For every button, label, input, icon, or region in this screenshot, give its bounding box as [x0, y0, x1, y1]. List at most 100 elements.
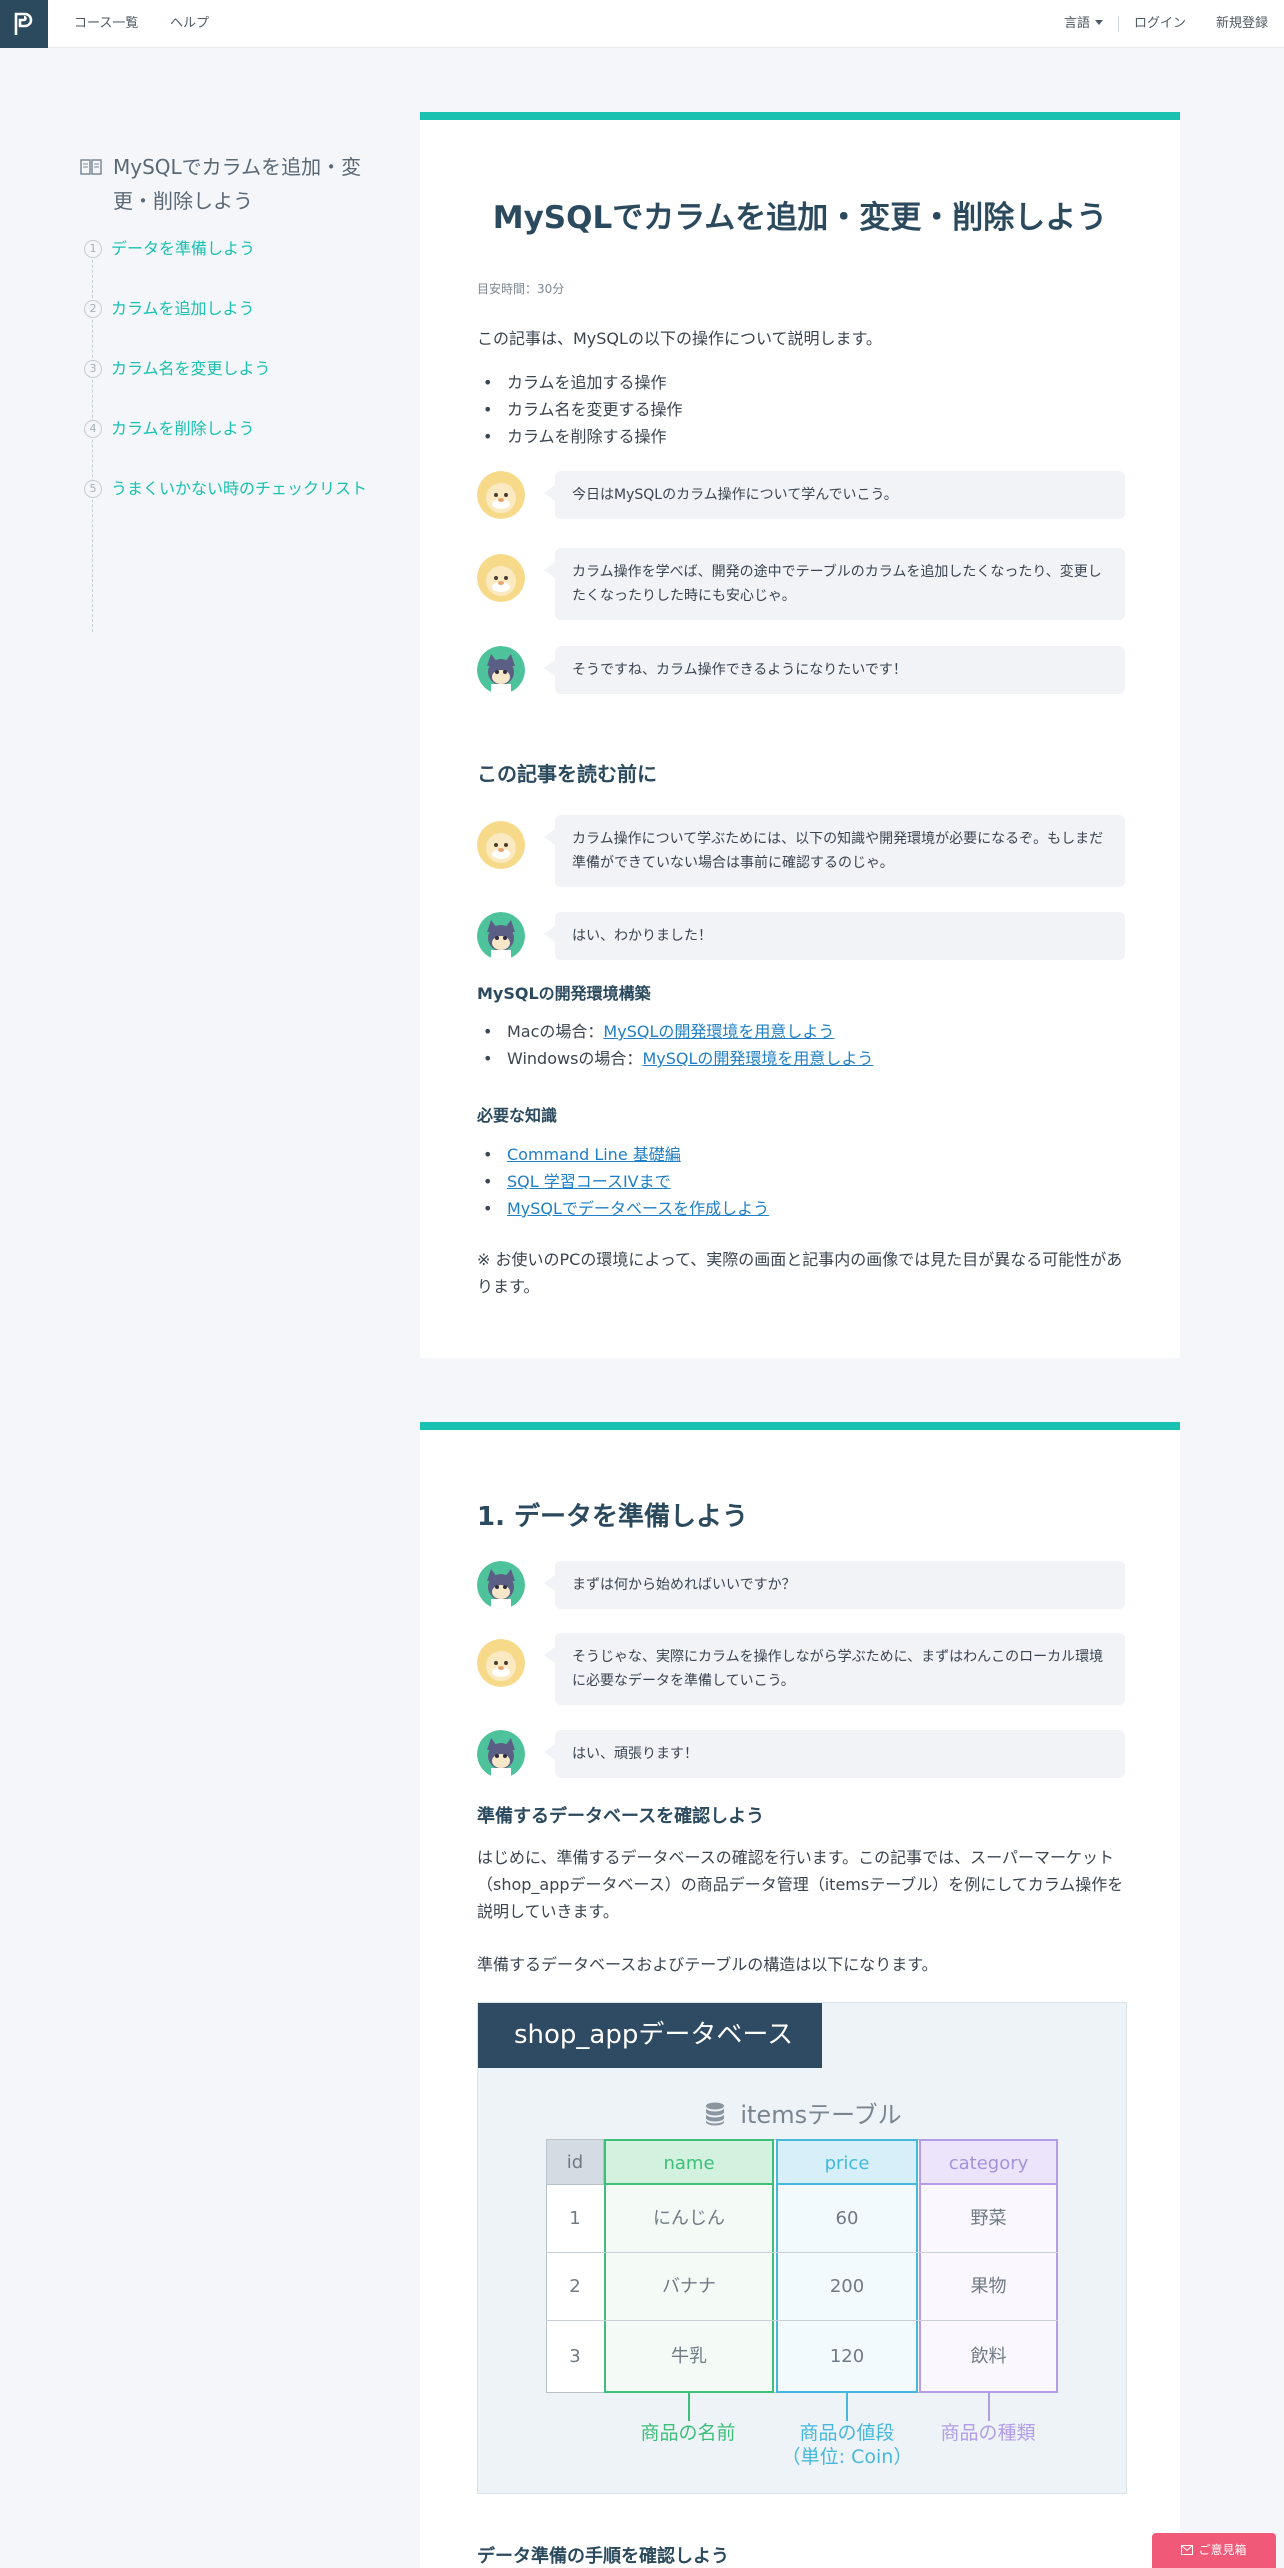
- toc-item-label: カラム名を変更しよう: [111, 359, 271, 378]
- table-cell: 120: [829, 2346, 865, 2367]
- table-cell: 野菜: [970, 2208, 1007, 2229]
- book-icon: [80, 159, 102, 175]
- student-face-icon: [477, 1730, 525, 1778]
- toc-item-number: 4: [84, 420, 102, 438]
- chat-bubble: はい、わかりました！: [544, 912, 1125, 960]
- env-item-mac: Macの場合：MySQLの開発環境を用意しよう: [477, 1018, 834, 1045]
- table-cell: バナナ: [662, 2276, 716, 2297]
- before-reading-heading: この記事を読む前に: [477, 762, 657, 786]
- database-structure-diagram: shop_appデータベース itemsテーブル id name price c…: [477, 2002, 1127, 2494]
- command-line-link[interactable]: Command Line 基礎編: [507, 1145, 681, 1164]
- language-label: 言語: [1064, 16, 1091, 31]
- student-avatar: [477, 1561, 525, 1609]
- intro-text: この記事は、MySQLの以下の操作について説明します。: [477, 329, 882, 348]
- student-avatar: [477, 912, 525, 960]
- knowledge-item: Command Line 基礎編: [477, 1141, 681, 1168]
- language-dropdown[interactable]: 言語: [1064, 0, 1104, 48]
- column-header-id: id: [546, 2139, 604, 2185]
- toc-item-label: カラムを追加しよう: [111, 299, 255, 318]
- intro-bullet: カラムを追加する操作: [477, 369, 667, 396]
- progate-logo[interactable]: [0, 0, 48, 48]
- table-cell: 60: [835, 2208, 859, 2229]
- top-navigation-bar: コース一覧 ヘルプ 言語 ログイン 新規登録: [0, 0, 1284, 48]
- section-heading: 1. データを準備しよう: [477, 1502, 749, 1532]
- signup-link[interactable]: 新規登録: [1216, 0, 1268, 48]
- article-title: MySQLでカラムを追加・変更・削除しよう: [492, 200, 1108, 236]
- table-cell: 3: [569, 2346, 581, 2367]
- feedback-label: ご意見箱: [1198, 2543, 1247, 2557]
- nav-divider: [1118, 16, 1119, 32]
- chat-bubble: 今日はMySQLのカラム操作について学んでいこう。: [544, 471, 1125, 519]
- column-header-name: name: [604, 2139, 774, 2185]
- sub-heading-prep-steps: データ準備の手順を確認しよう: [477, 2546, 729, 2567]
- chat-bubble: はい、頑張ります！: [544, 1730, 1125, 1778]
- toc-item-number: 2: [84, 300, 102, 318]
- toc-item-number: 1: [84, 240, 102, 258]
- sensei-face-icon: [477, 554, 525, 602]
- required-knowledge-heading: 必要な知識: [477, 1106, 558, 1125]
- mail-icon: [1181, 2545, 1194, 2555]
- sub-heading-confirm-db: 準備するデータベースを確認しよう: [477, 1806, 765, 1827]
- section-prepare-data-card: 1. データを準備しよう まずは何から始めればいいですか？ そうじゃな、実際にカ…: [420, 1422, 1180, 2568]
- price-connector: [846, 2393, 848, 2421]
- table-cell: 牛乳: [671, 2346, 707, 2367]
- sensei-avatar: [477, 1639, 525, 1687]
- table-name-label: itemsテーブル: [740, 2101, 902, 2129]
- windows-setup-link[interactable]: MySQLの開発環境を用意しよう: [642, 1049, 873, 1068]
- caret-down-icon: [1095, 20, 1104, 25]
- section-paragraph: 準備するデータベースおよびテーブルの構造は以下になります。: [477, 1955, 938, 1974]
- knowledge-item: MySQLでデータベースを作成しよう: [477, 1195, 769, 1222]
- intro-bullet: カラムを削除する操作: [477, 423, 667, 450]
- knowledge-item: SQL 学習コースIVまで: [477, 1168, 671, 1195]
- toc-item-label: カラムを削除しよう: [111, 419, 255, 438]
- mac-setup-link[interactable]: MySQLの開発環境を用意しよう: [603, 1022, 834, 1041]
- logo-mark-icon: [14, 12, 33, 35]
- student-avatar: [477, 646, 525, 694]
- env-item-prefix: Macの場合：: [507, 1022, 604, 1041]
- nav-help-link[interactable]: ヘルプ: [170, 0, 209, 48]
- table-cell: 果物: [970, 2276, 1007, 2297]
- chat-bubble: カラム操作について学ぶためには、以下の知識や開発環境が必要になるぞ。もしまだ準備…: [544, 815, 1125, 887]
- chat-bubble: そうですね、カラム操作できるようになりたいです！: [544, 646, 1125, 694]
- table-cell: 1: [569, 2208, 581, 2229]
- sql-course-link[interactable]: SQL 学習コースIVまで: [507, 1172, 671, 1191]
- database-icon: [706, 2102, 725, 2126]
- database-name-tab: shop_appデータベース: [478, 2003, 822, 2068]
- price-caption-line2: （単位: Coin）: [781, 2446, 913, 2468]
- login-link[interactable]: ログイン: [1134, 0, 1186, 48]
- sensei-avatar: [477, 471, 525, 519]
- feedback-button[interactable]: ご意見箱: [1152, 2533, 1276, 2568]
- chat-bubble: まずは何から始めればいいですか？: [544, 1561, 1125, 1609]
- sensei-face-icon: [477, 821, 525, 869]
- category-column-caption: 商品の種類: [940, 2422, 1036, 2444]
- chat-bubble: カラム操作を学べば、開発の途中でテーブルのカラムを追加したくなったり、変更したく…: [544, 548, 1125, 620]
- category-connector: [988, 2393, 990, 2421]
- column-header-category: category: [919, 2139, 1058, 2185]
- env-setup-heading: MySQLの開発環境構築: [477, 984, 651, 1003]
- table-name-title: itemsテーブル: [478, 2095, 1128, 2130]
- table-cell: 飲料: [970, 2346, 1007, 2367]
- intro-bullet: カラム名を変更する操作: [477, 396, 683, 423]
- article-intro-card: MySQLでカラムを追加・変更・削除しよう 目安時間：30分 この記事は、MyS…: [420, 112, 1180, 1358]
- nav-course-list-link[interactable]: コース一覧: [74, 0, 138, 48]
- table-cell: 200: [829, 2276, 865, 2297]
- env-item-windows: Windowsの場合：MySQLの開発環境を用意しよう: [477, 1045, 873, 1072]
- student-face-icon: [477, 912, 525, 960]
- student-face-icon: [477, 646, 525, 694]
- table-cell: にんじん: [653, 2208, 725, 2229]
- name-connector: [688, 2393, 690, 2421]
- environment-note: ※ お使いのPCの環境によって、実際の画面と記事内の画像では見た目が異なる可能性…: [477, 1250, 1123, 1296]
- sensei-avatar: [477, 821, 525, 869]
- mysql-create-db-link[interactable]: MySQLでデータベースを作成しよう: [507, 1199, 769, 1218]
- student-avatar: [477, 1730, 525, 1778]
- estimated-time: 目安時間：30分: [477, 282, 565, 296]
- column-header-price: price: [776, 2139, 918, 2185]
- chat-bubble: そうじゃな、実際にカラムを操作しながら学ぶために、まずはわんこのローカル環境に必…: [544, 1633, 1125, 1705]
- sensei-face-icon: [477, 1639, 525, 1687]
- env-item-prefix: Windowsの場合：: [507, 1049, 643, 1068]
- student-face-icon: [477, 1561, 525, 1609]
- section-paragraph: はじめに、準備するデータベースの確認を行います。この記事では、スーパーマーケット…: [477, 1848, 1124, 1921]
- toc-item-number: 3: [84, 360, 102, 378]
- toc-title: MySQLでカラムを追加・変更・削除しよう: [113, 155, 362, 213]
- toc-item-label: データを準備しよう: [111, 239, 256, 258]
